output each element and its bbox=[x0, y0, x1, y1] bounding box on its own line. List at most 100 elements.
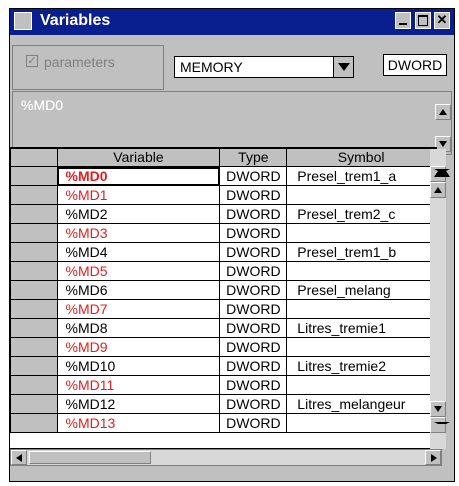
type-cell[interactable]: DWORD bbox=[219, 166, 288, 186]
title-bar[interactable]: Variables ✕ bbox=[10, 9, 454, 35]
variables-table: Variable Type Symbol %MD0 DWORD Presel_tre… bbox=[9, 147, 437, 449]
type-cell[interactable]: DWORD bbox=[219, 185, 288, 205]
scroll-bottom-icon[interactable] bbox=[430, 417, 450, 433]
symbol-cell[interactable] bbox=[286, 299, 436, 319]
type-cell[interactable]: DWORD bbox=[219, 242, 288, 262]
variable-cell[interactable]: %MD11 bbox=[56, 375, 221, 395]
header-symbol[interactable]: Symbol bbox=[286, 148, 436, 167]
variable-cell[interactable]: %MD12 bbox=[56, 394, 221, 414]
data-type-field[interactable]: DWORD bbox=[383, 54, 447, 76]
row-header[interactable] bbox=[10, 280, 58, 300]
row-header[interactable] bbox=[10, 413, 58, 433]
table-vertical-scrollbar[interactable] bbox=[430, 149, 450, 449]
symbol-cell[interactable]: Presel_trem1_b bbox=[286, 242, 436, 262]
symbol-cell[interactable]: Litres_melangeur bbox=[286, 394, 436, 414]
memory-select-value: MEMORY bbox=[180, 59, 243, 75]
type-cell[interactable]: DWORD bbox=[219, 356, 288, 376]
row-header[interactable] bbox=[10, 299, 58, 319]
variable-cell[interactable]: %MD13 bbox=[56, 413, 221, 433]
table-row[interactable]: %MD3 DWORD bbox=[10, 223, 436, 243]
symbol-cell[interactable]: Presel_trem2_c bbox=[286, 204, 436, 224]
variable-cell[interactable]: %MD1 bbox=[56, 185, 221, 205]
type-cell[interactable]: DWORD bbox=[219, 413, 288, 433]
row-header[interactable] bbox=[10, 394, 58, 414]
type-cell[interactable]: DWORD bbox=[219, 261, 288, 281]
type-cell[interactable]: DWORD bbox=[219, 318, 288, 338]
header-type[interactable]: Type bbox=[219, 148, 288, 167]
variable-cell[interactable]: %MD6 bbox=[56, 280, 221, 300]
table-row[interactable]: %MD1 DWORD bbox=[10, 185, 436, 205]
table-header-row: Variable Type Symbol bbox=[10, 148, 436, 167]
close-button[interactable]: ✕ bbox=[434, 12, 450, 29]
scroll-down-icon[interactable] bbox=[430, 401, 446, 417]
window-menu-icon[interactable] bbox=[14, 12, 32, 30]
table-row[interactable]: %MD4 DWORD Presel_trem1_b bbox=[10, 242, 436, 262]
scroll-left-icon[interactable] bbox=[11, 450, 27, 465]
table-row[interactable]: %MD11 DWORD bbox=[10, 375, 436, 395]
variable-cell[interactable]: %MD9 bbox=[56, 337, 221, 357]
table-row[interactable]: %MD5 DWORD bbox=[10, 261, 436, 281]
symbol-cell[interactable]: Presel_trem1_a bbox=[286, 166, 436, 186]
table-row[interactable]: %MD7 DWORD bbox=[10, 299, 436, 319]
chevron-down-icon[interactable] bbox=[333, 57, 353, 77]
row-header[interactable] bbox=[10, 204, 58, 224]
row-header[interactable] bbox=[10, 166, 58, 186]
type-cell[interactable]: DWORD bbox=[219, 375, 288, 395]
table-row[interactable]: %MD8 DWORD Litres_tremie1 bbox=[10, 318, 436, 338]
variable-cell[interactable]: %MD5 bbox=[56, 261, 221, 281]
scroll-right-icon[interactable] bbox=[425, 450, 441, 465]
type-cell[interactable]: DWORD bbox=[219, 394, 288, 414]
variable-cell[interactable]: %MD10 bbox=[56, 356, 221, 376]
variable-cell[interactable]: %MD4 bbox=[56, 242, 221, 262]
vertical-scroll-track[interactable] bbox=[430, 199, 446, 395]
address-field[interactable]: %MD0 bbox=[12, 91, 452, 155]
variable-cell[interactable]: %MD0 bbox=[56, 166, 221, 186]
symbol-cell[interactable]: Presel_melang bbox=[286, 280, 436, 300]
variable-cell[interactable]: %MD3 bbox=[56, 223, 221, 243]
table-horizontal-scrollbar[interactable] bbox=[10, 449, 442, 466]
header-variable[interactable]: Variable bbox=[56, 148, 221, 167]
row-header[interactable] bbox=[10, 223, 58, 243]
variable-cell[interactable]: %MD8 bbox=[56, 318, 221, 338]
memory-select[interactable]: MEMORY bbox=[174, 56, 354, 78]
symbol-cell[interactable]: Litres_tremie1 bbox=[286, 318, 436, 338]
variable-cell[interactable]: %MD7 bbox=[56, 299, 221, 319]
variable-cell[interactable]: %MD2 bbox=[56, 204, 221, 224]
parameters-label: parameters bbox=[44, 54, 115, 70]
symbol-cell[interactable] bbox=[286, 413, 436, 433]
maximize-button[interactable] bbox=[415, 12, 431, 29]
symbol-cell[interactable] bbox=[286, 185, 436, 205]
address-scroll-up-icon[interactable] bbox=[435, 104, 451, 120]
row-header[interactable] bbox=[10, 356, 58, 376]
type-cell[interactable]: DWORD bbox=[219, 280, 288, 300]
table-row[interactable]: %MD13 DWORD bbox=[10, 413, 436, 433]
row-header[interactable] bbox=[10, 375, 58, 395]
header-row-corner bbox=[10, 148, 58, 167]
table-row[interactable]: %MD12 DWORD Litres_melangeur bbox=[10, 394, 436, 414]
scroll-up-icon[interactable] bbox=[430, 182, 446, 198]
symbol-cell[interactable]: Litres_tremie2 bbox=[286, 356, 436, 376]
window-title: Variables bbox=[40, 12, 111, 29]
symbol-cell[interactable] bbox=[286, 337, 436, 357]
table-row[interactable]: %MD6 DWORD Presel_melang bbox=[10, 280, 436, 300]
parameters-checkbox[interactable]: ✓ bbox=[26, 55, 38, 67]
type-cell[interactable]: DWORD bbox=[219, 223, 288, 243]
row-header[interactable] bbox=[10, 261, 58, 281]
table-row[interactable]: %MD0 DWORD Presel_trem1_a bbox=[10, 166, 436, 186]
row-header[interactable] bbox=[10, 185, 58, 205]
type-cell[interactable]: DWORD bbox=[219, 337, 288, 357]
scroll-top-icon[interactable] bbox=[430, 166, 450, 182]
horizontal-scroll-thumb[interactable] bbox=[29, 451, 151, 464]
row-header[interactable] bbox=[10, 318, 58, 338]
symbol-cell[interactable] bbox=[286, 261, 436, 281]
row-header[interactable] bbox=[10, 337, 58, 357]
type-cell[interactable]: DWORD bbox=[219, 299, 288, 319]
table-row[interactable]: %MD10 DWORD Litres_tremie2 bbox=[10, 356, 436, 376]
symbol-cell[interactable] bbox=[286, 375, 436, 395]
table-row[interactable]: %MD2 DWORD Presel_trem2_c bbox=[10, 204, 436, 224]
type-cell[interactable]: DWORD bbox=[219, 204, 288, 224]
row-header[interactable] bbox=[10, 242, 58, 262]
symbol-cell[interactable] bbox=[286, 223, 436, 243]
table-row[interactable]: %MD9 DWORD bbox=[10, 337, 436, 357]
minimize-button[interactable] bbox=[395, 12, 411, 29]
